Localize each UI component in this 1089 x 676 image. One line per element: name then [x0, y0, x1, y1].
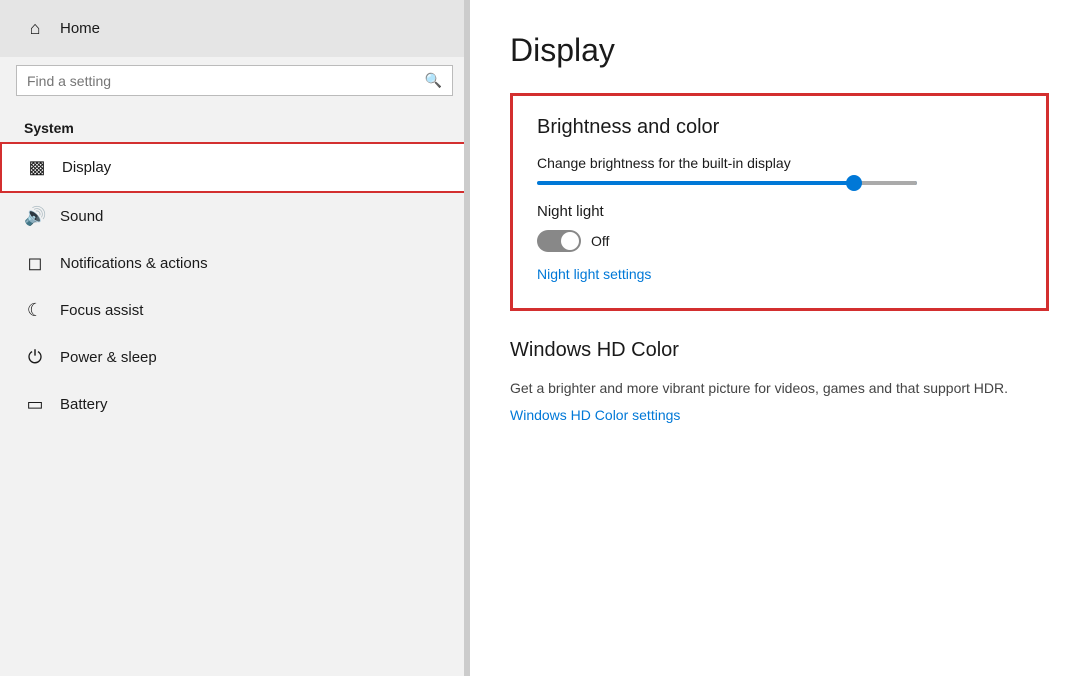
sidebar-item-power[interactable]: ⏻ Power & sleep [0, 334, 469, 381]
sidebar-item-display[interactable]: ▩ Display [0, 142, 469, 193]
toggle-knob [561, 232, 579, 250]
sidebar-item-label: Battery [60, 396, 108, 413]
hd-color-section: Windows HD Color Get a brighter and more… [510, 339, 1049, 425]
main-content: Display Brightness and color Change brig… [470, 0, 1089, 676]
search-box: 🔍 [16, 65, 453, 96]
focus-icon: ☾ [24, 300, 46, 321]
slider-thumb[interactable] [846, 175, 862, 191]
sidebar-item-label: Power & sleep [60, 349, 157, 366]
sound-icon: 🔊 [24, 206, 46, 227]
brightness-slider-track[interactable] [537, 181, 917, 185]
notifications-icon: ◻ [24, 253, 46, 274]
brightness-slider-container[interactable] [537, 181, 1022, 185]
home-label: Home [60, 20, 100, 37]
night-light-toggle[interactable] [537, 230, 581, 252]
night-light-label: Night light [537, 203, 1022, 220]
display-icon: ▩ [26, 157, 48, 178]
brightness-section-title: Brightness and color [537, 116, 1022, 139]
sidebar-item-home[interactable]: ⌂ Home [0, 0, 469, 57]
toggle-status-label: Off [591, 233, 609, 249]
search-input[interactable] [27, 73, 425, 89]
sidebar-item-sound[interactable]: 🔊 Sound [0, 193, 469, 240]
sidebar-item-label: Display [62, 159, 111, 176]
page-title: Display [510, 32, 1049, 69]
hd-color-description: Get a brighter and more vibrant picture … [510, 378, 1049, 399]
brightness-description: Change brightness for the built-in displ… [537, 155, 1022, 171]
sidebar-item-focus[interactable]: ☾ Focus assist [0, 287, 469, 334]
system-section-label: System [0, 112, 469, 142]
sidebar-item-notifications[interactable]: ◻ Notifications & actions [0, 240, 469, 287]
sidebar-item-label: Notifications & actions [60, 255, 208, 272]
slider-unfilled [857, 181, 917, 185]
home-icon: ⌂ [24, 18, 46, 39]
search-icon: 🔍 [425, 72, 442, 89]
night-light-settings-link[interactable]: Night light settings [537, 266, 651, 282]
sidebar-item-label: Focus assist [60, 302, 143, 319]
power-icon: ⏻ [24, 347, 46, 368]
brightness-color-section: Brightness and color Change brightness f… [510, 93, 1049, 311]
night-light-toggle-row: Off [537, 230, 1022, 252]
battery-icon: ▭ [24, 394, 46, 415]
hd-color-settings-link[interactable]: Windows HD Color settings [510, 407, 680, 423]
hd-color-title: Windows HD Color [510, 339, 1049, 362]
sidebar-item-battery[interactable]: ▭ Battery [0, 381, 469, 428]
sidebar-item-label: Sound [60, 208, 103, 225]
